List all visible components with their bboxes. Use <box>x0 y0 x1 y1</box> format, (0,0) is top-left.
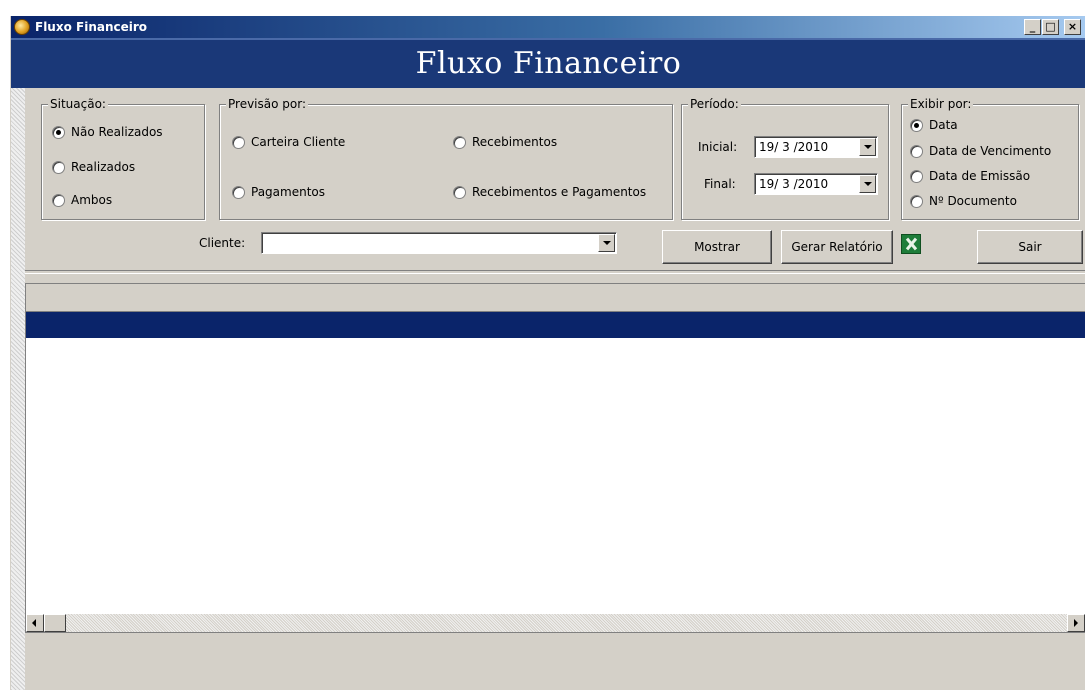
radio-icon <box>910 194 923 208</box>
radio-icon <box>232 185 245 199</box>
data-grid[interactable] <box>25 283 1085 633</box>
divider <box>25 270 1085 274</box>
scroll-thumb[interactable] <box>44 614 66 632</box>
radio-icon <box>52 160 65 174</box>
horizontal-scrollbar[interactable] <box>26 614 1085 632</box>
chevron-down-icon[interactable] <box>598 234 615 252</box>
exibir-legend: Exibir por: <box>908 97 974 111</box>
radio-checked-icon <box>52 125 65 139</box>
scroll-right-button[interactable] <box>1067 614 1085 632</box>
left-gutter <box>11 88 25 690</box>
radio-label: Data de Vencimento <box>929 144 1052 158</box>
radio-data-emissao[interactable]: Data de Emissão <box>910 169 1030 183</box>
excel-icon[interactable] <box>901 234 921 254</box>
radio-nao-realizados[interactable]: Não Realizados <box>52 125 163 139</box>
radio-label: Data de Emissão <box>929 169 1031 183</box>
radio-icon <box>910 169 923 183</box>
app-icon <box>14 19 30 35</box>
radio-recebimentos-e-pagamentos[interactable]: Recebimentos e Pagamentos <box>453 185 646 199</box>
scroll-left-button[interactable] <box>26 614 44 632</box>
radio-label: Realizados <box>71 160 136 174</box>
maximize-button[interactable]: □ <box>1042 19 1059 35</box>
radio-label: Carteira Cliente <box>251 135 346 149</box>
radio-numero-documento[interactable]: Nº Documento <box>910 194 1017 208</box>
cliente-combobox[interactable] <box>261 232 617 254</box>
exibir-group: Exibir por: Data Data de Vencimento Data… <box>901 97 1079 220</box>
title-bar[interactable]: Fluxo Financeiro _ □ × <box>11 16 1085 38</box>
chevron-down-icon[interactable] <box>859 175 876 193</box>
gerar-relatorio-button[interactable]: Gerar Relatório <box>781 230 893 264</box>
radio-realizados[interactable]: Realizados <box>52 160 135 174</box>
grid-header <box>26 284 1085 312</box>
grid-selected-row[interactable] <box>26 312 1085 338</box>
radio-ambos[interactable]: Ambos <box>52 193 112 207</box>
radio-label: Pagamentos <box>251 185 325 199</box>
situacao-group: Situação: Não Realizados Realizados Ambo… <box>41 97 205 220</box>
sair-button[interactable]: Sair <box>977 230 1083 264</box>
radio-icon <box>453 185 466 199</box>
final-label: Final: <box>704 177 736 191</box>
radio-label: Recebimentos <box>472 135 558 149</box>
radio-label: Recebimentos e Pagamentos <box>472 185 647 199</box>
radio-icon <box>52 193 65 207</box>
radio-icon <box>910 144 923 158</box>
radio-recebimentos[interactable]: Recebimentos <box>453 135 557 149</box>
radio-carteira-cliente[interactable]: Carteira Cliente <box>232 135 345 149</box>
radio-label: Ambos <box>71 193 113 207</box>
radio-checked-icon <box>910 118 923 132</box>
periodo-legend: Período: <box>688 97 741 111</box>
previsao-legend: Previsão por: <box>226 97 308 111</box>
radio-data-vencimento[interactable]: Data de Vencimento <box>910 144 1051 158</box>
main-window: Fluxo Financeiro _ □ × Fluxo Financeiro … <box>10 16 1085 690</box>
radio-label: Data <box>929 118 958 132</box>
header-banner: Fluxo Financeiro <box>11 38 1085 88</box>
chevron-down-icon[interactable] <box>859 138 876 156</box>
cliente-label: Cliente: <box>199 236 246 250</box>
radio-label: Nº Documento <box>929 194 1017 208</box>
final-date-value: 19/ 3 /2010 <box>759 177 829 191</box>
inicial-date-picker[interactable]: 19/ 3 /2010 <box>754 136 878 158</box>
inicial-label: Inicial: <box>698 140 738 154</box>
close-button[interactable]: × <box>1064 19 1081 35</box>
radio-pagamentos[interactable]: Pagamentos <box>232 185 325 199</box>
mostrar-button[interactable]: Mostrar <box>662 230 772 264</box>
minimize-button[interactable]: _ <box>1024 19 1041 35</box>
inicial-date-value: 19/ 3 /2010 <box>759 140 829 154</box>
periodo-group: Período: Inicial: 19/ 3 /2010 Final: 19/… <box>681 97 889 220</box>
banner-title: Fluxo Financeiro <box>415 46 682 81</box>
radio-icon <box>453 135 466 149</box>
radio-data[interactable]: Data <box>910 118 958 132</box>
radio-icon <box>232 135 245 149</box>
situacao-legend: Situação: <box>48 97 108 111</box>
radio-label: Não Realizados <box>71 125 163 139</box>
window-title: Fluxo Financeiro <box>35 20 148 34</box>
previsao-group: Previsão por: Carteira Cliente Recebimen… <box>219 97 673 220</box>
final-date-picker[interactable]: 19/ 3 /2010 <box>754 173 878 195</box>
